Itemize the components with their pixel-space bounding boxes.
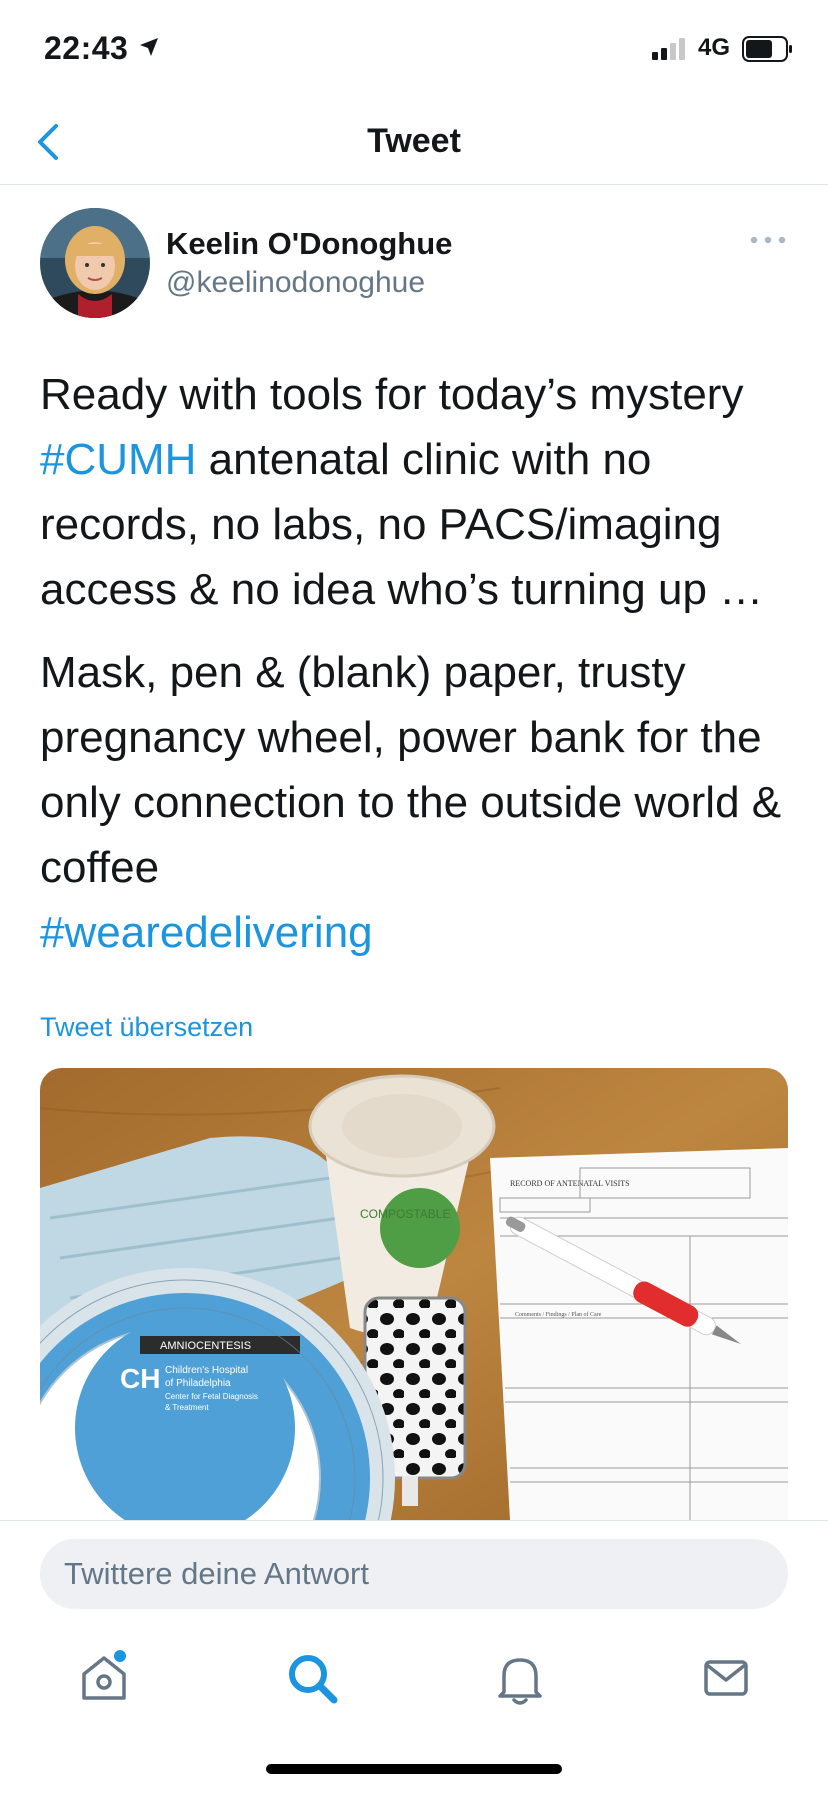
- form-comments: Comments / Findings / Plan of Care: [515, 1311, 602, 1318]
- cup-text: COMPOSTABLE: [360, 1207, 450, 1221]
- battery-icon: [742, 36, 792, 62]
- tweet-paragraph-1: Ready with tools for today’s mystery #CU…: [40, 362, 800, 622]
- tweet-paragraph-2: Mask, pen & (blank) paper, trusty pregna…: [40, 648, 782, 892]
- search-icon: [289, 1655, 338, 1704]
- tweet-text-segment: Ready with tools for today’s mystery: [40, 370, 744, 419]
- svg-text:CH: CH: [120, 1363, 160, 1394]
- more-options-button[interactable]: [748, 228, 788, 252]
- tab-search[interactable]: [282, 1648, 342, 1708]
- page-title: Tweet: [367, 122, 461, 160]
- tweet-photo-image: COMPOSTABLE RECORD OF ANTENATAL VISITS C…: [40, 1068, 788, 1520]
- hashtag-link[interactable]: #wearedelivering: [40, 900, 800, 965]
- home-icon: [82, 1650, 126, 1700]
- reply-input[interactable]: [40, 1539, 788, 1609]
- tweet-photo[interactable]: COMPOSTABLE RECORD OF ANTENATAL VISITS C…: [40, 1068, 788, 1520]
- hashtag-link[interactable]: #CUMH: [40, 435, 196, 484]
- translate-tweet-link[interactable]: Tweet übersetzen: [40, 1012, 253, 1043]
- avatar[interactable]: [40, 208, 150, 318]
- tab-messages[interactable]: [696, 1648, 756, 1708]
- status-bar: 22:43 4G: [0, 0, 828, 100]
- tab-home[interactable]: [74, 1648, 134, 1708]
- cellular-signal-icon: [652, 38, 685, 60]
- wheel-text-4: & Treatment: [165, 1403, 209, 1412]
- location-arrow-icon: [140, 38, 158, 56]
- more-dots-icon: [750, 236, 786, 244]
- mail-icon: [704, 1660, 748, 1696]
- wheel-text-3: Center for Fetal Diagnosis: [165, 1392, 258, 1401]
- network-type: 4G: [698, 34, 731, 61]
- author-handle[interactable]: @keelinodonoghue: [166, 266, 425, 300]
- author-name[interactable]: Keelin O'Donoghue: [166, 226, 452, 262]
- bell-icon: [498, 1658, 542, 1705]
- home-indicator[interactable]: [266, 1764, 562, 1774]
- tweet-text: Ready with tools for today’s mystery #CU…: [40, 362, 800, 965]
- status-time: 22:43: [44, 30, 129, 66]
- wheel-text-2: of Philadelphia: [165, 1378, 231, 1389]
- wheel-label: AMNIOCENTESIS: [160, 1340, 251, 1352]
- form-title: RECORD OF ANTENATAL VISITS: [510, 1179, 630, 1188]
- wheel-text-1: Children's Hospital: [165, 1365, 248, 1376]
- avatar-image: [40, 208, 150, 318]
- tab-bar: [0, 1628, 828, 1724]
- tab-notifications[interactable]: [490, 1648, 550, 1708]
- nav-bar: Tweet: [0, 100, 828, 185]
